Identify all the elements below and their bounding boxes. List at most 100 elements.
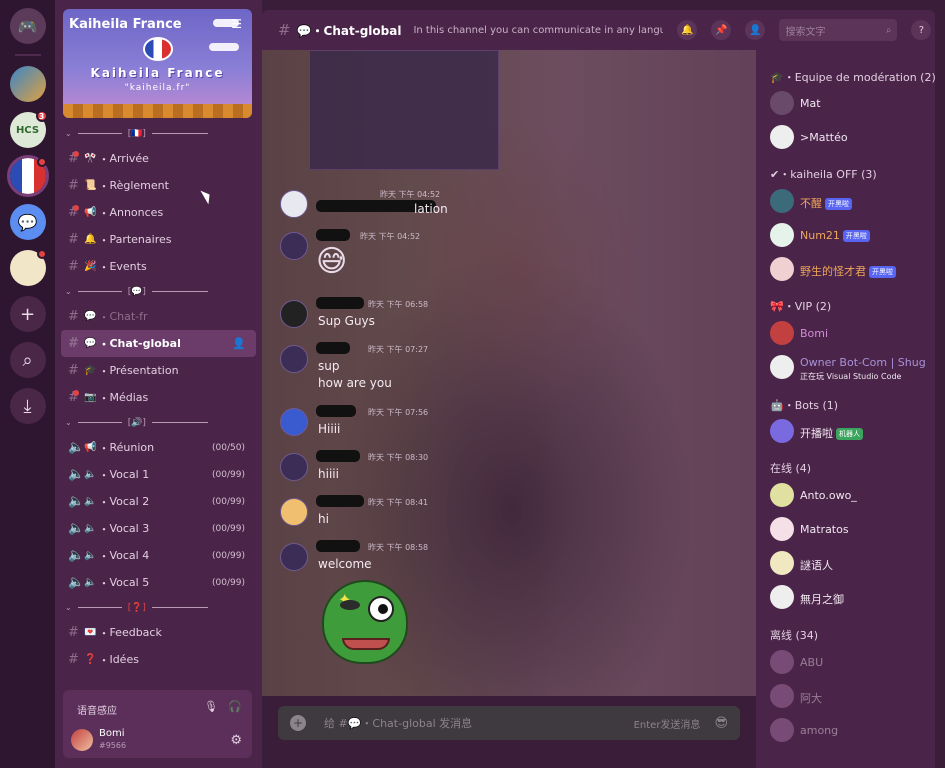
invite-member-icon[interactable]: 👤 (232, 337, 246, 350)
channel-label: Chat-global (109, 337, 181, 350)
pin-icon[interactable]: 📌 (711, 20, 732, 40)
channel-idees[interactable]: # ❓ ・ Idées (55, 646, 262, 673)
channel-presentation[interactable]: # 🎓 ・ Présentation (55, 357, 262, 384)
hash-icon: # (68, 363, 79, 378)
unread-count-badge: 3 (35, 110, 48, 122)
member-item[interactable]: Matratos (770, 517, 930, 543)
member-name: 不醒 开黑啦 (800, 195, 852, 211)
add-server-icon[interactable]: + (9, 296, 46, 332)
channel-arrivee[interactable]: # 🎌 ・ Arrivée (55, 145, 262, 172)
member-item[interactable]: 阿大 (770, 684, 930, 710)
voice-channel-vocal-4[interactable]: 🔈 🔈 ・ Vocal 4 (00/99) (55, 542, 262, 569)
megaphone-icon: 📢 (84, 207, 97, 218)
avatar (770, 321, 794, 345)
member-item[interactable]: 謎语人 (770, 551, 930, 577)
emoji-picker-icon[interactable]: 😎 (714, 716, 728, 731)
speaker-icon: 🔈 (84, 550, 97, 561)
member-item[interactable]: 不醒 开黑啦 (770, 189, 930, 215)
category-header[interactable]: ⌄ [🔊] (55, 411, 262, 434)
avatar[interactable] (280, 498, 308, 526)
message-text: hi (318, 512, 329, 526)
microphone-icon[interactable]: 🎙 (204, 700, 218, 713)
user-discriminator: #9566 (99, 741, 127, 750)
member-name: 野生的怪才君 开黑啦 (800, 263, 896, 279)
role-tag: 开黑啦 (842, 230, 870, 242)
member-item[interactable]: >Mattéo (770, 125, 930, 151)
channel-feedback[interactable]: # 💌 ・ Feedback (55, 619, 262, 646)
member-list-icon[interactable]: 👤 (745, 20, 766, 40)
voice-channel-vocal-2[interactable]: 🔈 🔈 ・ Vocal 2 (00/99) (55, 488, 262, 515)
avatar (770, 257, 794, 281)
server-icon-1[interactable] (9, 66, 46, 102)
channel-chat-global[interactable]: # 💬 ・ Chat-global 👤 (61, 330, 256, 357)
avatar (770, 223, 794, 247)
avatar[interactable] (280, 408, 308, 436)
member-item[interactable]: 野生的怪才君 开黑啦 (770, 257, 930, 283)
member-activity: 正在玩 Visual Studio Code (800, 372, 902, 381)
member-item[interactable]: 开播啦 机器人 (770, 419, 930, 445)
discord-home-icon[interactable]: 🎮 (9, 8, 46, 44)
member-item[interactable]: ABU (770, 650, 930, 676)
channel-annonces[interactable]: # 📢 ・ Annonces (55, 199, 262, 226)
member-item[interactable]: Mat (770, 91, 930, 117)
pepe-sticker-icon: ✦ (322, 580, 408, 664)
voice-channel-vocal-5[interactable]: 🔈 🔈 ・ Vocal 5 (00/99) (55, 569, 262, 596)
embedded-image[interactable] (309, 50, 499, 170)
voice-channel-vocal-1[interactable]: 🔈 🔈 ・ Vocal 1 (00/99) (55, 461, 262, 488)
server-icon-discord[interactable]: 💬 (9, 204, 46, 240)
gear-icon[interactable]: ⚙ (230, 733, 242, 748)
search-input[interactable]: 搜索文字 ⌕ (779, 19, 898, 41)
member-item[interactable]: Owner Bot-Com | Shug... 正在玩 Visual Studio… (770, 355, 930, 381)
channel-reglement[interactable]: # 📜 ・ Règlement (55, 172, 262, 199)
avatar[interactable] (280, 453, 308, 481)
member-item[interactable]: Num21 开黑啦 (770, 223, 930, 249)
channel-chat-fr[interactable]: # 💬 ・ Chat-fr (55, 303, 262, 330)
server-icon-kaiheila-france[interactable] (6, 155, 49, 197)
add-attachment-icon[interactable]: + (290, 715, 306, 731)
channel-events[interactable]: # 🎉 ・ Events (55, 253, 262, 280)
message-placeholder: 给 #💬・Chat-global 发消息 (324, 717, 473, 730)
download-icon[interactable]: ⤓ (9, 388, 46, 424)
channel-medias[interactable]: # 📷 ・ Médias (55, 384, 262, 411)
member-count: (00/99) (212, 496, 245, 507)
headphones-icon[interactable]: 🎧 (228, 700, 242, 713)
divider (77, 422, 122, 423)
group-label: VIP (2) (794, 300, 832, 313)
member-item[interactable]: among (770, 718, 930, 744)
category-label: [❓] (127, 602, 146, 613)
server-icon-hcs[interactable]: HCS 3 (9, 110, 48, 148)
avatar (770, 650, 794, 674)
graduation-cap-icon: 🎓 (84, 365, 97, 376)
avatar (770, 483, 794, 507)
hash-icon: # (68, 625, 79, 640)
server-icon-pikachu[interactable] (9, 249, 47, 286)
server-banner[interactable]: Kaiheila France ☰ Kaiheila France "kaihe… (63, 9, 252, 118)
message-input[interactable]: + 给 #💬・Chat-global 发消息 Enter发送消息 😎 (278, 706, 740, 740)
avatar[interactable] (280, 543, 308, 571)
user-panel: 语音感应 🎙 🎧 Bomi #9566 ⚙ (63, 690, 252, 758)
channel-partenaires[interactable]: # 🔔 ・ Partenaires (55, 226, 262, 253)
avatar[interactable] (280, 190, 308, 218)
chevron-down-icon: ⌄ (65, 129, 72, 138)
voice-channel-vocal-3[interactable]: 🔈 🔈 ・ Vocal 3 (00/99) (55, 515, 262, 542)
server-menu-icon[interactable]: ☰ (231, 17, 242, 31)
bell-icon[interactable]: 🔔 (677, 20, 698, 40)
search-icon[interactable]: ⌕ (9, 342, 46, 378)
avatar[interactable] (280, 300, 308, 328)
sticker-mouth (342, 638, 390, 650)
avatar[interactable] (71, 729, 93, 751)
member-item[interactable]: Bomi (770, 321, 930, 347)
avatar[interactable] (280, 345, 308, 373)
message-text: Sup Guys (318, 314, 375, 328)
category-header[interactable]: ⌄ [🇫🇷] (55, 122, 262, 145)
message-area[interactable]: 昨天 下午 04:52 lation 昨天 下午 04:52 😅 昨天 下午 0… (262, 50, 756, 696)
category-header[interactable]: ⌄ [💬] (55, 280, 262, 303)
speaker-icon: 🔈 (68, 521, 85, 536)
member-item[interactable]: Anto.owo_ (770, 483, 930, 509)
channel-label: Vocal 4 (109, 549, 150, 562)
avatar[interactable] (280, 232, 308, 260)
category-header[interactable]: ⌄ [❓] (55, 596, 262, 619)
voice-channel-reunion[interactable]: 🔈 📢 ・ Réunion (00/50) (55, 434, 262, 461)
member-item[interactable]: 無月之御 (770, 585, 930, 611)
help-icon[interactable]: ? (911, 20, 932, 40)
